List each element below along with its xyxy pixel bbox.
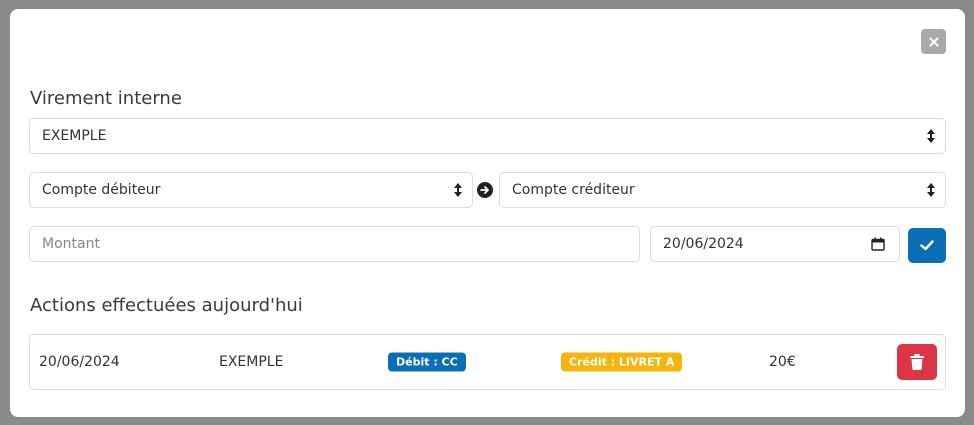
debit-badge-cell: Débit : CC	[388, 352, 466, 372]
debit-account-select-value: Compte débiteur	[42, 182, 161, 198]
action-name: EXEMPLE	[219, 354, 284, 370]
close-button[interactable]	[921, 29, 946, 54]
amount-placeholder: Montant	[42, 236, 100, 252]
close-icon	[929, 37, 938, 46]
delete-action-button[interactable]	[897, 344, 937, 380]
credit-account-select[interactable]: Compte créditeur	[499, 172, 946, 208]
credit-badge: Crédit : LIVRET A	[561, 352, 683, 372]
account-select[interactable]: EXEMPLE	[29, 118, 946, 154]
calendar-icon[interactable]	[871, 237, 885, 251]
credit-badge-cell: Crédit : LIVRET A	[561, 352, 683, 372]
select-arrows-icon	[454, 183, 462, 197]
debit-account-select[interactable]: Compte débiteur	[29, 172, 473, 208]
action-date: 20/06/2024	[39, 354, 120, 370]
action-row: 20/06/2024 EXEMPLE Débit : CC Crédit : L…	[29, 334, 946, 390]
credit-account-select-value: Compte créditeur	[512, 182, 635, 198]
date-input-value: 20/06/2024	[663, 236, 744, 252]
amount-input[interactable]: Montant	[29, 226, 640, 262]
confirm-transfer-button[interactable]	[908, 228, 946, 263]
action-amount: 20€	[769, 354, 796, 370]
trash-icon	[910, 354, 924, 370]
actions-title: Actions effectuées aujourd'hui	[30, 295, 303, 316]
arrow-right-circle-icon	[477, 182, 493, 198]
account-select-value: EXEMPLE	[42, 128, 107, 144]
check-icon	[920, 240, 934, 251]
transfer-title: Virement interne	[30, 88, 182, 109]
select-arrows-icon	[927, 129, 935, 143]
select-arrows-icon	[927, 183, 935, 197]
date-input[interactable]: 20/06/2024	[650, 226, 900, 262]
debit-badge: Débit : CC	[388, 352, 466, 372]
transfer-modal: Virement interne EXEMPLE Compte débiteur…	[10, 9, 965, 417]
